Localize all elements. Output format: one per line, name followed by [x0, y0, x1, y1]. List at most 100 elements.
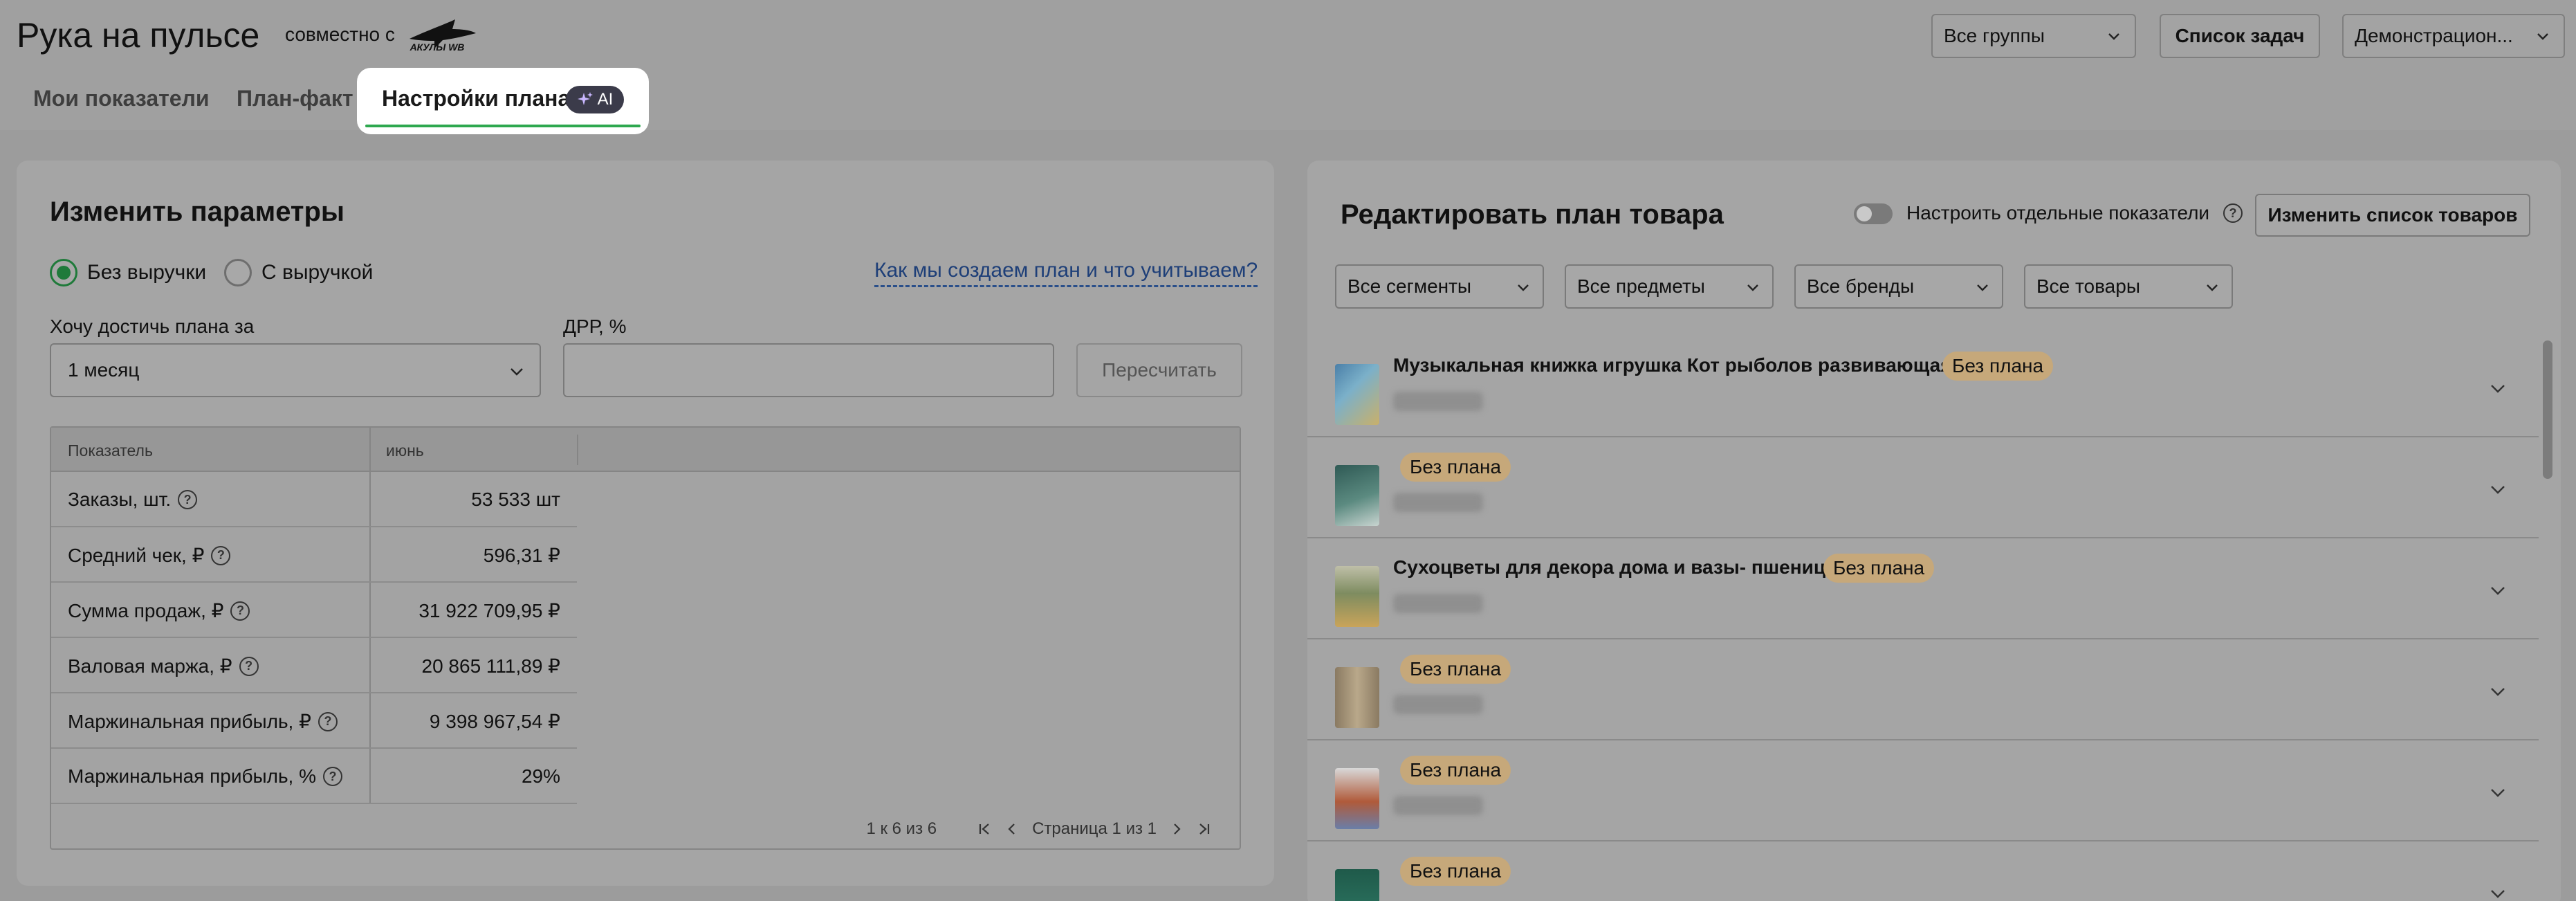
radio-unchecked-icon — [224, 259, 252, 286]
chevron-down-icon[interactable] — [2489, 581, 2507, 599]
metric-name-cell: Валовая маржа, ₽? — [68, 655, 259, 677]
help-icon[interactable]: ? — [323, 767, 343, 786]
tab-plan-fact[interactable]: План-факт — [237, 86, 353, 111]
products-filter[interactable]: Все товары — [2024, 264, 2233, 309]
sparkle-icon — [577, 92, 593, 105]
column-header-june: июнь — [386, 442, 424, 459]
product-row[interactable]: Без плана — [1307, 740, 2539, 841]
metric-value: 596,31 ₽ — [483, 545, 560, 566]
next-page-icon[interactable] — [1169, 821, 1184, 837]
product-list-scrollbar[interactable] — [2543, 340, 2552, 479]
table-row: Маржинальная прибыль, %? 29% — [51, 749, 577, 804]
tab-my-metrics[interactable]: Мои показатели — [33, 86, 210, 111]
no-plan-badge: Без плана — [1823, 554, 1935, 583]
custom-metrics-toggle-label: Настроить отдельные показатели — [1906, 202, 2210, 224]
help-icon[interactable]: ? — [178, 490, 198, 509]
table-row: Заказы, шт.? 53 533 шт — [51, 472, 577, 527]
table-pagination: 1 к 6 из 6 Страница 1 из 1 — [866, 819, 1212, 839]
metric-name-cell: Заказы, шт.? — [68, 489, 198, 511]
metric-name-cell: Сумма продаж, ₽? — [68, 599, 250, 622]
subjects-filter-value: Все предметы — [1577, 275, 1705, 297]
product-sku-blurred — [1393, 695, 1483, 714]
product-row[interactable]: Без плана — [1307, 437, 2539, 538]
edit-product-plan-panel: Редактировать план товара Настроить отде… — [1307, 161, 2561, 901]
help-icon[interactable]: ? — [211, 545, 231, 565]
metric-name: Валовая маржа, ₽ — [68, 655, 232, 677]
chevron-down-icon — [1747, 284, 1758, 291]
products-filter-value: Все товары — [2036, 275, 2140, 297]
product-image — [1335, 364, 1379, 425]
active-tab-underline — [365, 125, 641, 127]
help-icon[interactable]: ? — [230, 601, 250, 621]
chevron-down-icon — [1518, 284, 1529, 291]
help-icon[interactable]: ? — [318, 711, 338, 731]
ai-badge-label: AI — [597, 90, 614, 109]
help-icon[interactable]: ? — [2223, 203, 2243, 223]
column-header-metric: Показатель — [68, 442, 153, 459]
radio-with-revenue[interactable]: С выручкой — [224, 259, 373, 286]
product-image — [1335, 667, 1379, 728]
period-select[interactable]: 1 месяц — [50, 343, 541, 397]
product-row[interactable]: Музыкальная книжка игрушка Кот рыболов р… — [1307, 336, 2539, 437]
groups-select-value: Все группы — [1944, 25, 2045, 46]
recalculate-button[interactable]: Пересчитать — [1076, 343, 1242, 397]
drr-label: ДРР, % — [563, 316, 627, 337]
metric-name-cell: Маржинальная прибыль, %? — [68, 765, 343, 788]
radio-no-revenue[interactable]: Без выручки — [50, 259, 206, 286]
drr-input[interactable] — [563, 343, 1054, 397]
metric-value: 53 533 шт — [471, 489, 560, 510]
pagination-range: 1 к 6 из 6 — [866, 819, 937, 838]
chevron-down-icon[interactable] — [2489, 682, 2507, 700]
period-select-value: 1 месяц — [68, 359, 140, 381]
app-title: Рука на пульсе — [17, 16, 260, 55]
brands-filter-value: Все бренды — [1807, 275, 1915, 297]
chevron-down-icon[interactable] — [2489, 480, 2507, 498]
custom-metrics-toggle[interactable] — [1854, 203, 1893, 224]
change-products-list-button[interactable]: Изменить список товаров — [2255, 194, 2530, 237]
table-row: Валовая маржа, ₽? 20 865 111,89 ₽ — [51, 638, 577, 693]
product-image — [1335, 566, 1379, 627]
last-page-icon[interactable] — [1197, 821, 1212, 837]
no-plan-badge: Без плана — [1400, 756, 1511, 785]
chevron-down-icon — [1977, 284, 1988, 291]
product-sku-blurred — [1393, 594, 1483, 613]
partner-logo-text: АКУЛЫ WB — [410, 42, 465, 53]
table-header: Показатель июнь — [51, 428, 1240, 472]
product-name: Музыкальная книжка игрушка Кот рыболов р… — [1393, 354, 1952, 376]
metric-name: Маржинальная прибыль, % — [68, 765, 317, 787]
metric-name: Средний чек, ₽ — [68, 545, 205, 566]
no-plan-badge: Без плана — [1400, 453, 1511, 482]
product-row[interactable]: Сухоцветы для декора дома и вазы- пшениц… — [1307, 538, 2539, 639]
prev-page-icon[interactable] — [1004, 821, 1020, 837]
metric-name: Маржинальная прибыль, ₽ — [68, 711, 311, 732]
help-icon[interactable]: ? — [239, 656, 259, 676]
table-row: Маржинальная прибыль, ₽? 9 398 967,54 ₽ — [51, 693, 577, 749]
how-we-build-plan-link[interactable]: Как мы создаем план и что учитываем? — [874, 259, 1258, 287]
metric-value: 9 398 967,54 ₽ — [429, 711, 560, 732]
brands-filter[interactable]: Все бренды — [1794, 264, 2003, 309]
metric-value: 29% — [521, 765, 560, 787]
chevron-down-icon[interactable] — [2489, 783, 2507, 801]
first-page-icon[interactable] — [977, 821, 992, 837]
change-parameters-panel: Изменить параметры Без выручки С выручко… — [17, 161, 1274, 886]
product-row[interactable]: Без плана — [1307, 841, 2539, 901]
segments-filter[interactable]: Все сегменты — [1335, 264, 1544, 309]
metric-name-cell: Маржинальная прибыль, ₽? — [68, 710, 338, 733]
radio-checked-icon — [50, 259, 77, 286]
period-label: Хочу достичь плана за — [50, 316, 255, 337]
product-sku-blurred — [1393, 392, 1483, 411]
ai-badge: AI — [566, 86, 624, 113]
tab-plan-settings-label: Настройки плана — [382, 86, 571, 111]
subjects-filter[interactable]: Все предметы — [1565, 264, 1774, 309]
radio-with-revenue-label: С выручкой — [261, 261, 374, 284]
chevron-down-icon — [2207, 284, 2218, 291]
chevron-down-icon[interactable] — [2489, 884, 2507, 901]
account-select[interactable]: Демонстрацион... — [2342, 14, 2565, 58]
tasks-list-button[interactable]: Список задач — [2160, 14, 2320, 58]
metric-name: Заказы, шт. — [68, 489, 172, 510]
product-row[interactable]: Без плана — [1307, 639, 2539, 740]
metric-value: 20 865 111,89 ₽ — [421, 655, 561, 677]
chevron-down-icon[interactable] — [2489, 379, 2507, 397]
plan-metrics-table: Показатель июнь Заказы, шт.? 53 533 шт С… — [50, 426, 1241, 850]
groups-select[interactable]: Все группы — [1931, 14, 2136, 58]
